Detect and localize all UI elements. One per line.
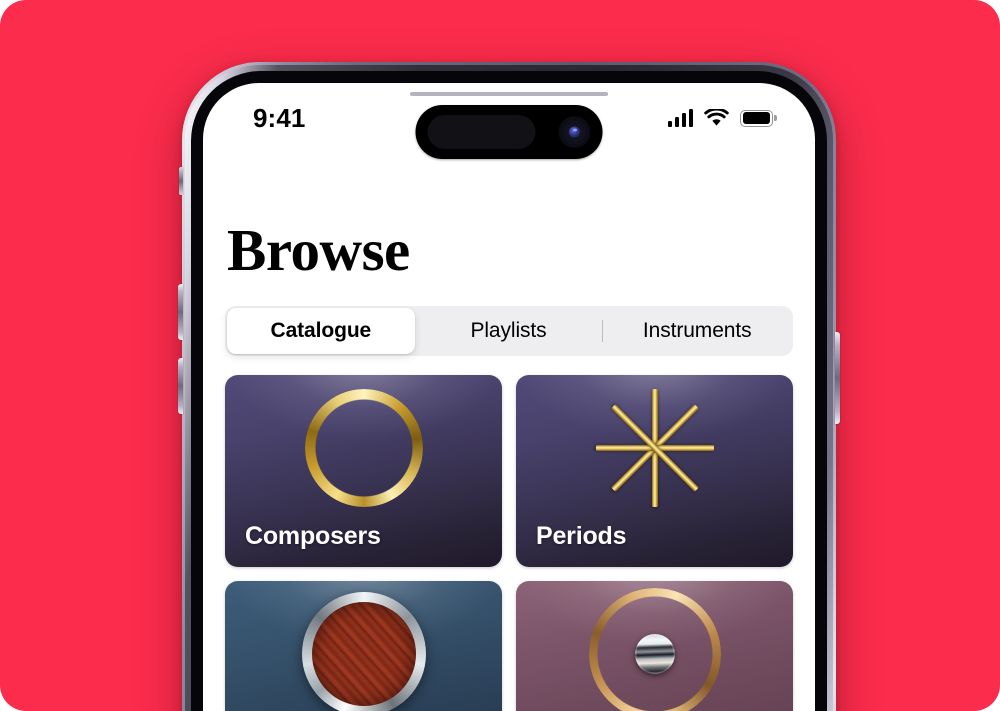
cellular-bar (674, 117, 680, 127)
card-periods-label: Periods (536, 522, 627, 550)
volume-up-button[interactable] (178, 284, 183, 340)
dynamic-island[interactable] (415, 105, 603, 159)
card-artwork (225, 581, 502, 711)
ringer-switch[interactable] (179, 167, 183, 195)
bronze-ring-sphere-icon (588, 587, 721, 711)
browse-segmented-control[interactable]: Catalogue Playlists Instruments (225, 306, 793, 356)
front-camera-icon (558, 116, 591, 148)
power-button[interactable] (835, 332, 840, 424)
battery-fill (742, 112, 771, 124)
gold-starburst-icon (593, 386, 717, 510)
cellular-bars-icon (667, 109, 693, 127)
battery-icon (740, 109, 773, 127)
page-backdrop: Browse Catalogue Playlists Instruments C… (0, 0, 1000, 711)
camera-iris (569, 126, 580, 138)
tab-catalogue-label: Catalogue (270, 319, 372, 342)
cellular-bar (688, 109, 693, 127)
card-periods[interactable]: Periods (516, 375, 793, 567)
browse-screen: Browse Catalogue Playlists Instruments C… (203, 83, 815, 711)
dynamic-island-inner (427, 115, 536, 149)
card-artwork (225, 375, 502, 520)
wifi-icon (704, 109, 729, 126)
card-artwork (516, 375, 793, 520)
card-composers[interactable]: Composers (225, 375, 502, 567)
chrome-sphere (634, 633, 675, 674)
catalogue-card-grid: Composers Periods (225, 375, 793, 711)
tab-instruments-label: Instruments (642, 319, 752, 342)
tab-instruments[interactable]: Instruments (603, 308, 791, 354)
card-performers[interactable] (516, 581, 793, 711)
gold-ring-icon (304, 388, 423, 507)
card-artwork (516, 581, 793, 711)
card-instruments[interactable] (225, 581, 502, 711)
tab-playlists-label: Playlists (470, 319, 547, 342)
tab-catalogue[interactable]: Catalogue (227, 308, 415, 354)
wood-disc-icon (301, 591, 426, 711)
volume-down-button[interactable] (178, 358, 183, 414)
card-composers-label: Composers (245, 522, 381, 550)
cellular-bar (667, 121, 673, 127)
status-bar-icons (667, 101, 775, 127)
iphone-device-frame: Browse Catalogue Playlists Instruments C… (178, 62, 840, 711)
status-bar-time: 9:41 (253, 103, 306, 133)
cellular-bar (681, 113, 687, 127)
tab-playlists[interactable]: Playlists (415, 308, 603, 354)
device-screen: Browse Catalogue Playlists Instruments C… (203, 83, 815, 711)
